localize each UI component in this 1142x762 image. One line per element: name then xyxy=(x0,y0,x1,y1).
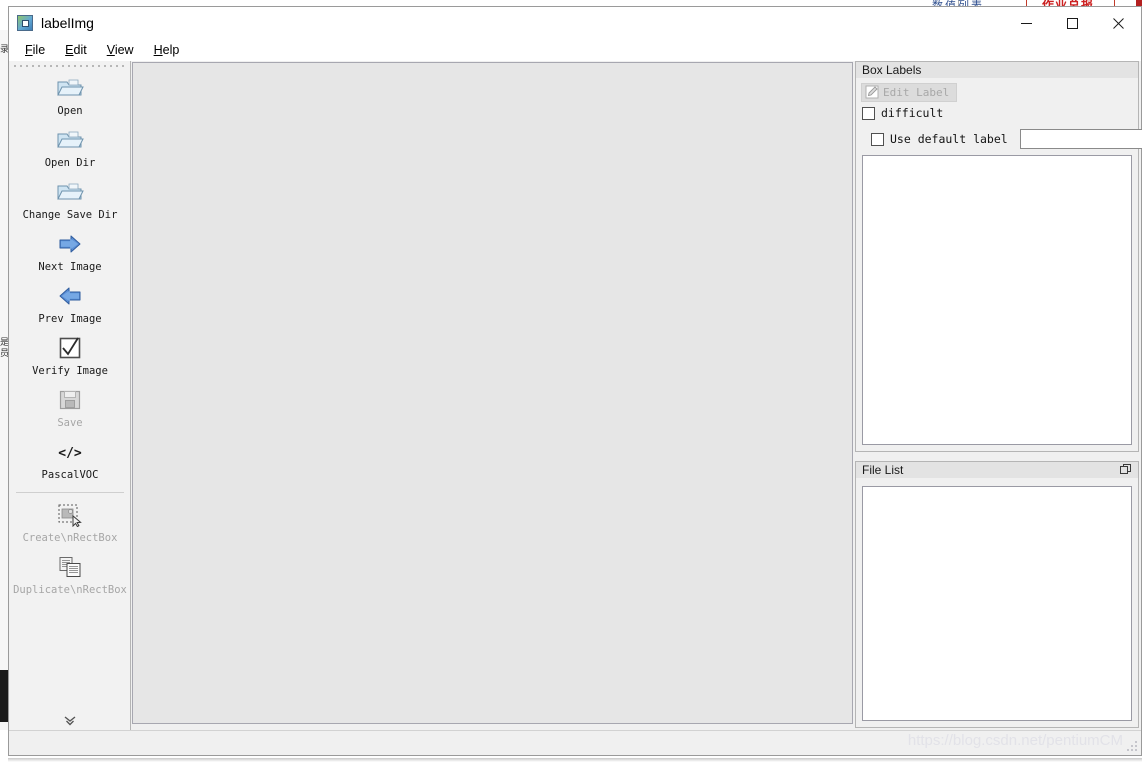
menu-file[interactable]: File xyxy=(15,41,55,59)
toolbar-label-open-dir: Open Dir xyxy=(44,157,96,169)
canvas-container xyxy=(132,62,853,728)
toolbar-label-save: Save xyxy=(57,417,83,429)
use-default-label-checkbox[interactable] xyxy=(871,132,884,146)
toolbar-button-prev-image[interactable]: Prev Image xyxy=(11,278,129,330)
menu-view-mnemonic: V xyxy=(106,43,115,57)
undock-float-icon[interactable] xyxy=(1120,464,1132,479)
toolbar-button-next-image[interactable]: Next Image xyxy=(11,226,129,278)
open-folder-icon xyxy=(55,126,85,154)
close-button[interactable] xyxy=(1095,7,1141,39)
labelimg-app-icon xyxy=(17,15,33,31)
file-list-title[interactable]: File List xyxy=(855,461,1139,478)
toolbar-button-duplicate-rectbox[interactable]: Duplicate\nRectBox xyxy=(11,549,129,601)
edit-label-button-text: Edit Label xyxy=(883,86,950,99)
labelimg-window: labelImg File Edit View Help Open Open D… xyxy=(8,6,1142,756)
toolbar-label-verify-image: Verify Image xyxy=(32,365,108,377)
toolbar-button-verify-image[interactable]: Verify Image xyxy=(11,330,129,382)
status-bar: https://blog.csdn.net/pentiumCM xyxy=(9,730,1141,755)
duplicate-rectbox-icon xyxy=(55,553,85,581)
menu-edit[interactable]: Edit xyxy=(55,41,97,59)
maximize-button[interactable] xyxy=(1049,7,1095,39)
box-labels-title-label: Box Labels xyxy=(862,63,922,77)
use-default-label-text: Use default label xyxy=(890,132,1008,146)
toolbar-label-next-image: Next Image xyxy=(38,261,102,273)
minimize-icon xyxy=(1020,22,1032,24)
create-rectbox-icon xyxy=(55,501,85,529)
arrow-left-icon xyxy=(55,282,85,310)
file-list-panel xyxy=(855,478,1139,728)
default-label-input[interactable] xyxy=(1019,129,1142,149)
maximize-icon xyxy=(1066,17,1078,29)
pencil-edit-icon xyxy=(865,85,879,99)
watermark: https://blog.csdn.net/pentiumCM xyxy=(907,732,1123,749)
menu-help-label: elp xyxy=(162,43,180,57)
toolbar-expand-button[interactable] xyxy=(10,714,130,728)
minimize-button[interactable] xyxy=(1003,7,1049,39)
box-labels-list[interactable] xyxy=(862,155,1132,445)
toolbar-label-duplicate-rectbox: Duplicate\nRectBox xyxy=(13,584,127,596)
edit-label-button[interactable]: Edit Label xyxy=(861,83,957,102)
main-body: Open Open Dir Change Save Dir Next Image… xyxy=(9,61,1142,730)
left-toolbar: Open Open Dir Change Save Dir Next Image… xyxy=(10,61,131,730)
menu-edit-mnemonic: E xyxy=(65,43,74,57)
toolbar-label-pascalvoc: PascalVOC xyxy=(41,469,99,481)
checkbox-checked-icon xyxy=(55,334,85,362)
file-list-title-label: File List xyxy=(862,463,904,477)
menu-file-label: ile xyxy=(32,43,46,57)
menu-view-label: iew xyxy=(114,43,134,57)
toolbar-label-open: Open xyxy=(57,105,83,117)
box-labels-panel: Edit Label difficult Use default label xyxy=(855,78,1142,452)
svg-text:</>: </> xyxy=(58,446,82,461)
title-bar[interactable]: labelImg xyxy=(9,7,1141,39)
difficult-checkbox-label: difficult xyxy=(881,106,944,120)
background-left-dark-block xyxy=(0,670,8,722)
box-labels-title[interactable]: Box Labels xyxy=(855,61,1139,78)
toolbar-separator xyxy=(16,492,124,493)
toolbar-button-open[interactable]: Open xyxy=(11,70,129,122)
code-tags-icon: </> xyxy=(55,438,85,466)
file-list-box[interactable] xyxy=(862,486,1132,721)
toolbar-button-open-dir[interactable]: Open Dir xyxy=(11,122,129,174)
close-icon xyxy=(1112,17,1124,29)
menu-edit-label: dit xyxy=(73,43,87,57)
toolbar-label-change-save-dir: Change Save Dir xyxy=(22,209,118,221)
menu-view[interactable]: View xyxy=(97,41,144,59)
menu-help-mnemonic: H xyxy=(153,43,163,57)
difficult-checkbox[interactable] xyxy=(862,106,875,120)
image-canvas[interactable] xyxy=(132,62,853,724)
menu-help[interactable]: Help xyxy=(144,41,190,59)
toolbar-button-save[interactable]: Save xyxy=(11,382,129,434)
resize-grip-icon[interactable] xyxy=(1126,740,1138,752)
use-default-label-row: Use default label xyxy=(871,129,1142,149)
toolbar-button-pascalvoc[interactable]: </> PascalVOC xyxy=(11,434,129,486)
toolbar-button-create-rectbox[interactable]: Create\nRectBox xyxy=(11,497,129,549)
floppy-disk-icon xyxy=(55,386,85,414)
window-title: labelImg xyxy=(41,15,94,31)
difficult-checkbox-row[interactable]: difficult xyxy=(862,106,1134,120)
toolbar-label-prev-image: Prev Image xyxy=(38,313,102,325)
right-dock: Box Labels Edit Label difficult Use defa… xyxy=(854,61,1142,730)
toolbar-drag-handle[interactable] xyxy=(14,62,126,70)
open-folder-icon xyxy=(55,178,85,206)
arrow-right-icon xyxy=(55,230,85,258)
menu-file-mnemonic: F xyxy=(25,43,33,57)
open-folder-icon xyxy=(55,74,85,102)
window-controls xyxy=(1003,7,1141,39)
double-chevron-down-icon xyxy=(64,715,76,725)
toolbar-label-create-rectbox: Create\nRectBox xyxy=(22,532,118,544)
menu-bar: File Edit View Help xyxy=(9,39,1141,61)
window-bottom-shadow xyxy=(8,758,1142,762)
toolbar-button-change-save-dir[interactable]: Change Save Dir xyxy=(11,174,129,226)
